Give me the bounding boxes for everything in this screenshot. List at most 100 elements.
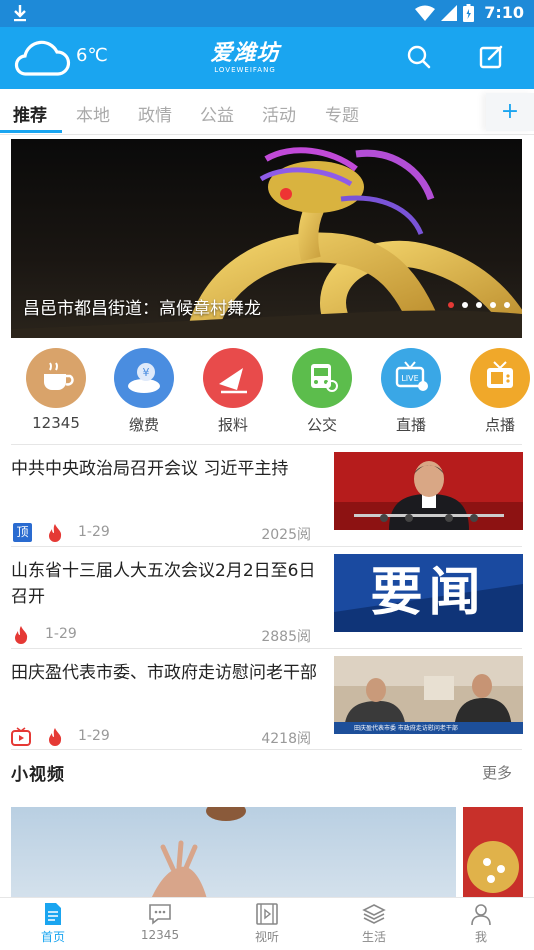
hot-fire-icon: [49, 524, 62, 542]
tab-recommend[interactable]: 推荐: [13, 101, 47, 126]
video-play-icon: [11, 727, 31, 746]
news-title: 山东省十三届人大五次会议2月2日至6日召开: [11, 561, 316, 607]
news-meta: 顶 1-29 2025阅: [11, 522, 311, 544]
wifi-icon: [415, 5, 436, 21]
nav-label: 12345: [140, 928, 180, 942]
cloud-weather-icon: [14, 40, 71, 76]
video-thumbnail: [151, 807, 246, 899]
chat-bubble-icon: [149, 904, 171, 925]
bus-icon: [292, 348, 352, 408]
search-button[interactable]: [404, 42, 434, 72]
tab-politics[interactable]: 政情: [138, 101, 172, 126]
quick-link-vod[interactable]: 点播: [460, 348, 534, 435]
quick-link-label: 点播: [484, 416, 515, 434]
temperature: 6℃: [76, 45, 108, 66]
news-date: 1-29: [45, 626, 77, 642]
home-document-icon: [45, 903, 61, 925]
video-thumbnail: [463, 807, 523, 899]
nav-me[interactable]: 我: [441, 902, 521, 945]
thumbnail-text: 要闻: [370, 563, 487, 623]
tab-local[interactable]: 本地: [76, 101, 110, 126]
category-tabs: 推荐 本地 政情 公益 活动 专题 +: [0, 89, 534, 135]
compose-button[interactable]: [476, 42, 506, 72]
small-video-card[interactable]: [463, 807, 523, 899]
nav-label: 我: [474, 930, 487, 944]
news-date: 1-29: [78, 524, 110, 540]
download-icon: [14, 5, 26, 22]
signal-icon: [441, 4, 458, 21]
news-title: 中共中央政治局召开会议 习近平主持: [11, 459, 289, 479]
tab-activities[interactable]: 活动: [262, 101, 296, 126]
divider: [11, 648, 522, 649]
news-read-count: 4218阅: [261, 731, 311, 747]
quick-link-live[interactable]: LIVE 直播: [371, 348, 451, 435]
thumbnail-caption: 田庆盈代表市委 市政府走访慰问老干部: [354, 725, 458, 732]
nav-life[interactable]: 生活: [334, 902, 414, 945]
quick-link-payment[interactable]: ¥ 缴费: [104, 348, 184, 435]
quick-link-report[interactable]: 报料: [193, 348, 273, 435]
carousel-dot: [448, 302, 454, 308]
battery-icon: [463, 3, 475, 22]
edit-icon: [479, 45, 503, 69]
status-time: 7:10: [484, 3, 524, 22]
paper-plane-icon: [203, 348, 263, 408]
quick-link-bus[interactable]: 公交: [282, 348, 362, 435]
hot-fire-icon: [49, 728, 62, 746]
news-title: 田庆盈代表市委、市政府走访慰问老干部: [11, 663, 317, 683]
quick-link-12345[interactable]: 12345: [16, 348, 96, 432]
carousel-dot: [490, 302, 496, 308]
coffee-cup-icon: [26, 348, 86, 408]
active-tab-indicator: [0, 130, 62, 133]
nav-label: 首页: [40, 930, 65, 944]
svg-text:LIVE: LIVE: [401, 374, 418, 383]
tv-icon: [470, 348, 530, 408]
banner-carousel[interactable]: 昌邑市都昌街道：高候章村舞龙: [11, 139, 522, 338]
quick-links: 12345 ¥ 缴费 报料 公交 LIVE 直播 点播: [0, 348, 534, 438]
divider: [11, 444, 522, 445]
film-play-icon: [256, 903, 278, 925]
carousel-dot: [462, 302, 468, 308]
carousel-dot: [476, 302, 482, 308]
news-meta: 1-29 2885阅: [11, 624, 311, 646]
divider: [11, 749, 522, 750]
live-tv-icon: LIVE: [381, 348, 441, 408]
status-bar: 7:10: [0, 0, 534, 27]
add-tab-button[interactable]: +: [486, 93, 534, 131]
news-date: 1-29: [78, 728, 110, 744]
logo-subtext: LOVEWEIFANG: [214, 66, 276, 74]
quick-link-label: 12345: [32, 414, 80, 432]
logo-text: 爱潍坊: [210, 41, 280, 66]
nav-label: 生活: [361, 930, 386, 944]
news-thumbnail: [334, 452, 523, 530]
tab-charity[interactable]: 公益: [200, 101, 234, 126]
nav-home[interactable]: 首页: [13, 902, 93, 945]
search-icon: [407, 45, 431, 69]
nav-audio-visual[interactable]: 视听: [227, 902, 307, 945]
yuan-payment-icon: ¥: [114, 348, 174, 408]
pinned-badge: 顶: [13, 523, 32, 542]
news-read-count: 2885阅: [261, 629, 311, 645]
carousel-indicator: [448, 302, 510, 308]
nav-label: 视听: [254, 930, 279, 944]
small-video-card[interactable]: [11, 807, 456, 899]
news-item[interactable]: 中共中央政治局召开会议 习近平主持 顶 1-29 2025阅: [11, 450, 523, 550]
carousel-dot: [504, 302, 510, 308]
bottom-navigation: 首页 12345 视听 生活 我: [0, 897, 534, 950]
nav-12345[interactable]: 12345: [120, 902, 200, 942]
tab-topics[interactable]: 专题: [325, 101, 359, 126]
hot-fire-icon: [15, 626, 28, 644]
divider: [11, 546, 522, 547]
svg-text:¥: ¥: [143, 366, 150, 379]
news-thumbnail: 要闻: [334, 554, 523, 632]
quick-link-label: 报料: [217, 416, 248, 434]
layers-icon: [362, 904, 386, 924]
small-video-more-link[interactable]: 更多: [482, 762, 512, 783]
banner-caption: 昌邑市都昌街道：高候章村舞龙: [23, 299, 261, 319]
quick-link-label: 缴费: [128, 416, 159, 434]
app-header: 6℃ 爱潍坊 LOVEWEIFANG: [0, 27, 534, 89]
news-item[interactable]: 田庆盈代表市委、市政府走访慰问老干部 1-29 4218阅 田庆盈代表市委 市政…: [11, 654, 523, 754]
news-meta: 1-29 4218阅: [11, 726, 311, 748]
news-item[interactable]: 山东省十三届人大五次会议2月2日至6日召开 1-29 2885阅 要闻: [11, 552, 523, 652]
small-video-title: 小视频: [11, 765, 65, 785]
news-read-count: 2025阅: [261, 527, 311, 543]
